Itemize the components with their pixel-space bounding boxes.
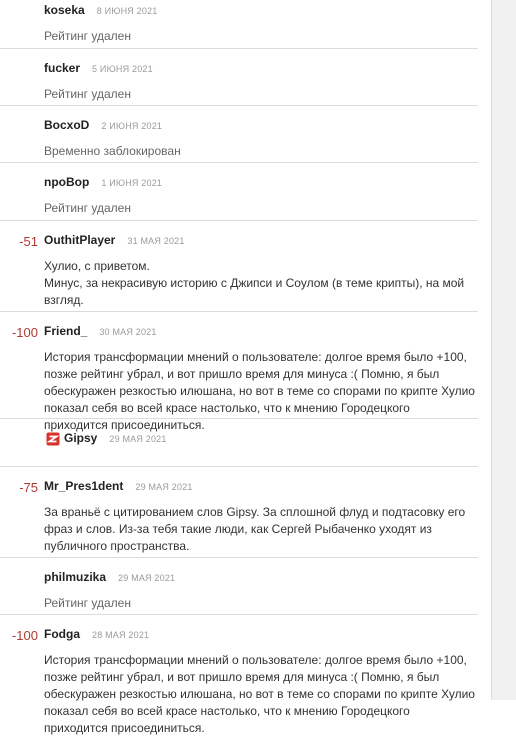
username-link[interactable]: Mr_Pres1dent bbox=[44, 479, 123, 493]
username-link[interactable]: fucker bbox=[44, 61, 80, 75]
rating-value: -100 bbox=[11, 325, 38, 340]
reputation-list: koseka 8 ИЮНЯ 2021 Рейтинг удален fucker… bbox=[0, 0, 478, 735]
entry-date: 28 МАЯ 2021 bbox=[92, 630, 150, 640]
username-link[interactable]: npoBop bbox=[44, 175, 89, 189]
entry-date: 1 ИЮНЯ 2021 bbox=[101, 178, 163, 188]
list-item: npoBop 1 ИЮНЯ 2021 Рейтинг удален bbox=[0, 163, 478, 221]
scrollbar-track[interactable] bbox=[491, 0, 516, 700]
list-item: -100 Fodga 28 МАЯ 2021 История трансформ… bbox=[0, 615, 478, 735]
entry-header: Gipsy 29 МАЯ 2021 bbox=[46, 431, 167, 447]
rating-value: -100 bbox=[11, 628, 38, 643]
status-text: Рейтинг удален bbox=[44, 87, 131, 101]
status-text: Рейтинг удален bbox=[44, 596, 131, 610]
entry-date: 29 МАЯ 2021 bbox=[118, 573, 176, 583]
list-item: philmuzika 29 МАЯ 2021 Рейтинг удален bbox=[0, 558, 478, 615]
entry-header: koseka 8 ИЮНЯ 2021 bbox=[44, 3, 158, 19]
comment-text: За враньё с цитированием слов Gipsy. За … bbox=[44, 505, 466, 553]
entry-header: Friend_ 30 МАЯ 2021 bbox=[44, 324, 157, 340]
entry-header: BocxoD 2 ИЮНЯ 2021 bbox=[44, 118, 162, 134]
entry-header: fucker 5 ИЮНЯ 2021 bbox=[44, 61, 153, 77]
status-text: Рейтинг удален bbox=[44, 29, 131, 43]
username-link[interactable]: philmuzika bbox=[44, 570, 106, 584]
entry-date: 8 ИЮНЯ 2021 bbox=[96, 6, 158, 16]
entry-header: npoBop 1 ИЮНЯ 2021 bbox=[44, 175, 162, 191]
rating-value: -75 bbox=[19, 480, 38, 495]
list-item: fucker 5 ИЮНЯ 2021 Рейтинг удален bbox=[0, 49, 478, 106]
entry-date: 31 МАЯ 2021 bbox=[127, 236, 185, 246]
username-link[interactable]: BocxoD bbox=[44, 118, 89, 132]
entry-date: 29 МАЯ 2021 bbox=[135, 482, 193, 492]
list-item: -100 Friend_ 30 МАЯ 2021 История трансфо… bbox=[0, 312, 478, 432]
entry-date: 2 ИЮНЯ 2021 bbox=[101, 121, 163, 131]
list-item: BocxoD 2 ИЮНЯ 2021 Временно заблокирован bbox=[0, 106, 478, 163]
entry-header: OuthitPlayer 31 МАЯ 2021 bbox=[44, 233, 185, 249]
status-text: Рейтинг удален bbox=[44, 201, 131, 215]
entry-header: Fodga 28 МАЯ 2021 bbox=[44, 627, 149, 643]
list-item: koseka 8 ИЮНЯ 2021 Рейтинг удален bbox=[0, 0, 478, 49]
gipsy-logo-icon bbox=[46, 432, 60, 446]
list-item: -51 OuthitPlayer 31 МАЯ 2021 Хулио, с пр… bbox=[0, 221, 478, 312]
username-link[interactable]: Gipsy bbox=[64, 431, 97, 445]
entry-date: 30 МАЯ 2021 bbox=[99, 327, 157, 337]
rating-value: -51 bbox=[19, 234, 38, 249]
entry-date: 5 ИЮНЯ 2021 bbox=[92, 64, 153, 74]
comment-text: История трансформации мнений о пользоват… bbox=[44, 653, 475, 735]
status-text: Временно заблокирован bbox=[44, 144, 181, 158]
list-item: Gipsy 29 МАЯ 2021 bbox=[0, 419, 478, 467]
username-link[interactable]: OuthitPlayer bbox=[44, 233, 115, 247]
username-link[interactable]: koseka bbox=[44, 3, 85, 17]
reputation-page: koseka 8 ИЮНЯ 2021 Рейтинг удален fucker… bbox=[0, 0, 492, 735]
entry-date: 29 МАЯ 2021 bbox=[109, 434, 167, 444]
list-item: -75 Mr_Pres1dent 29 МАЯ 2021 За враньё с… bbox=[0, 467, 478, 558]
username-link[interactable]: Fodga bbox=[44, 627, 80, 641]
entry-header: Mr_Pres1dent 29 МАЯ 2021 bbox=[44, 479, 193, 495]
username-link[interactable]: Friend_ bbox=[44, 324, 87, 338]
entry-header: philmuzika 29 МАЯ 2021 bbox=[44, 570, 175, 586]
comment-text: Хулио, с приветом. Минус, за некрасивую … bbox=[44, 259, 465, 307]
